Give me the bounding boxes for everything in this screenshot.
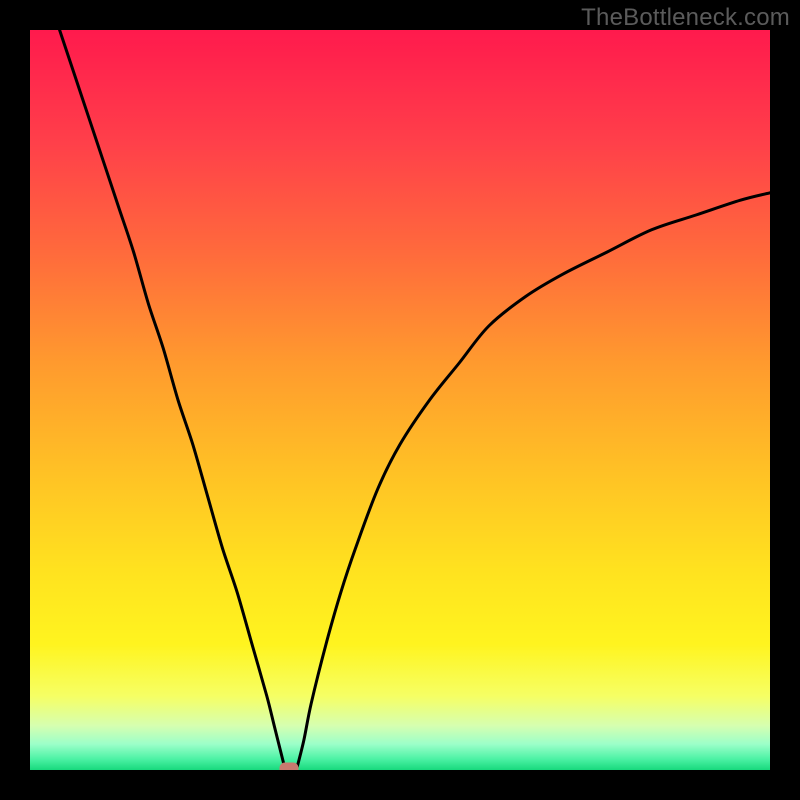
watermark-text: TheBottleneck.com — [581, 4, 790, 32]
gradient-background — [30, 30, 770, 770]
minimum-marker — [280, 763, 298, 770]
plot-svg — [30, 30, 770, 770]
plot-area — [30, 30, 770, 770]
chart-frame: TheBottleneck.com — [0, 0, 800, 800]
